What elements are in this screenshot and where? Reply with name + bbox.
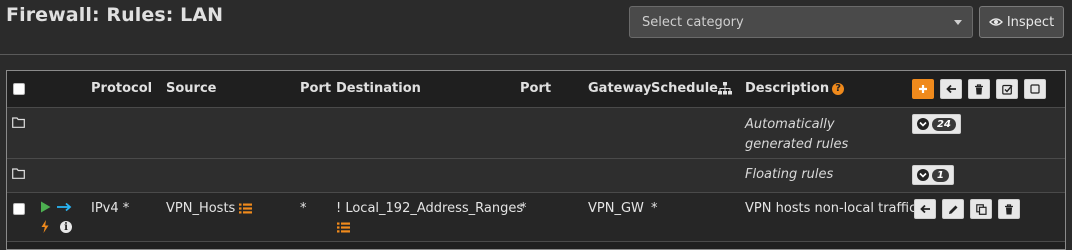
header-schedule[interactable]: Schedule [651,81,718,96]
check-square-icon [1001,84,1013,95]
auto-rules-toggle[interactable]: 24 [912,114,961,134]
chevron-circle-down-icon [917,169,929,181]
folder-icon [12,168,25,179]
rule-source-port: * [300,201,307,216]
header-description: Description? [745,81,845,96]
sitemap-icon [718,82,732,95]
header-destination-port[interactable]: Port [520,81,551,96]
edit-rule-button[interactable] [942,199,964,219]
pencil-icon [948,205,957,214]
enable-selected-button[interactable] [996,79,1018,99]
info-circle-icon[interactable]: i [60,221,72,233]
floating-rules-count: 1 [932,168,949,182]
list-icon[interactable] [239,203,253,214]
rule-protocol: IPv4 * [91,201,130,216]
trash-icon [1005,203,1013,214]
header-source[interactable]: Source [166,81,216,96]
page-title: Firewall: Rules: LAN [6,4,224,26]
rule-destination-port: * [520,201,527,216]
copy-rule-button[interactable] [970,199,992,219]
floating-rules-label: Floating rules [745,167,834,182]
auto-rules-label: Automatically generated rules [745,117,849,152]
folder-icon [12,117,25,128]
inspect-button[interactable]: Inspect [979,6,1064,38]
delete-selected-button[interactable] [968,79,990,99]
header-gateway[interactable]: Gateway [588,81,651,96]
trash-icon [975,83,983,94]
floating-rules-row[interactable]: Floating rules 1 [7,159,1065,193]
chevron-circle-down-icon [917,118,929,130]
rule-source: VPN_Hosts [166,201,253,216]
divider [0,54,1072,55]
disable-selected-button[interactable] [1024,79,1046,99]
add-rule-button[interactable] [912,79,934,99]
rule-source-link[interactable]: VPN_Hosts [166,201,235,216]
table-header: Protocol Source Port Destination Port Ga… [7,71,1065,108]
move-rule-button[interactable] [914,199,936,219]
bolt-icon [41,220,49,233]
auto-rules-row[interactable]: Automatically generated rules 24 [7,108,1065,159]
auto-rules-count: 24 [932,117,956,131]
rule-destination[interactable]: ! Local_192_Address_Ranges [336,201,523,216]
category-select[interactable]: Select category [629,6,973,38]
long-arrow-right-icon [57,202,72,212]
caret-down-icon [954,20,962,25]
move-selected-button[interactable] [940,79,962,99]
rules-table: Protocol Source Port Destination Port Ga… [6,70,1066,250]
rule-gateway: VPN_GW [588,201,644,216]
inspect-label: Inspect [1006,14,1055,30]
list-icon[interactable] [337,222,350,233]
floating-rules-toggle[interactable]: 1 [912,165,954,185]
category-placeholder: Select category [642,14,744,30]
table-row[interactable]: i IPv4 * VPN_Hosts * ! Local_192_Address… [7,193,1065,242]
rule-description: VPN hosts non-local traffic [745,201,917,216]
play-icon[interactable] [40,201,51,213]
eye-icon [988,18,1003,26]
rule-schedule: * [651,201,658,216]
header-destination[interactable]: Destination [336,81,421,96]
rule-select-checkbox[interactable] [13,203,25,215]
header-source-port[interactable]: Port [300,81,331,96]
plus-icon [919,85,927,93]
question-circle-icon[interactable]: ? [832,82,845,95]
delete-rule-button[interactable] [998,199,1020,219]
arrow-left-icon [919,204,930,214]
select-all-checkbox[interactable] [13,83,25,95]
header-protocol[interactable]: Protocol [91,81,152,96]
arrow-left-icon [945,84,956,94]
square-icon [1030,84,1040,94]
header-description-label[interactable]: Description [745,81,829,96]
copy-icon [975,203,987,215]
